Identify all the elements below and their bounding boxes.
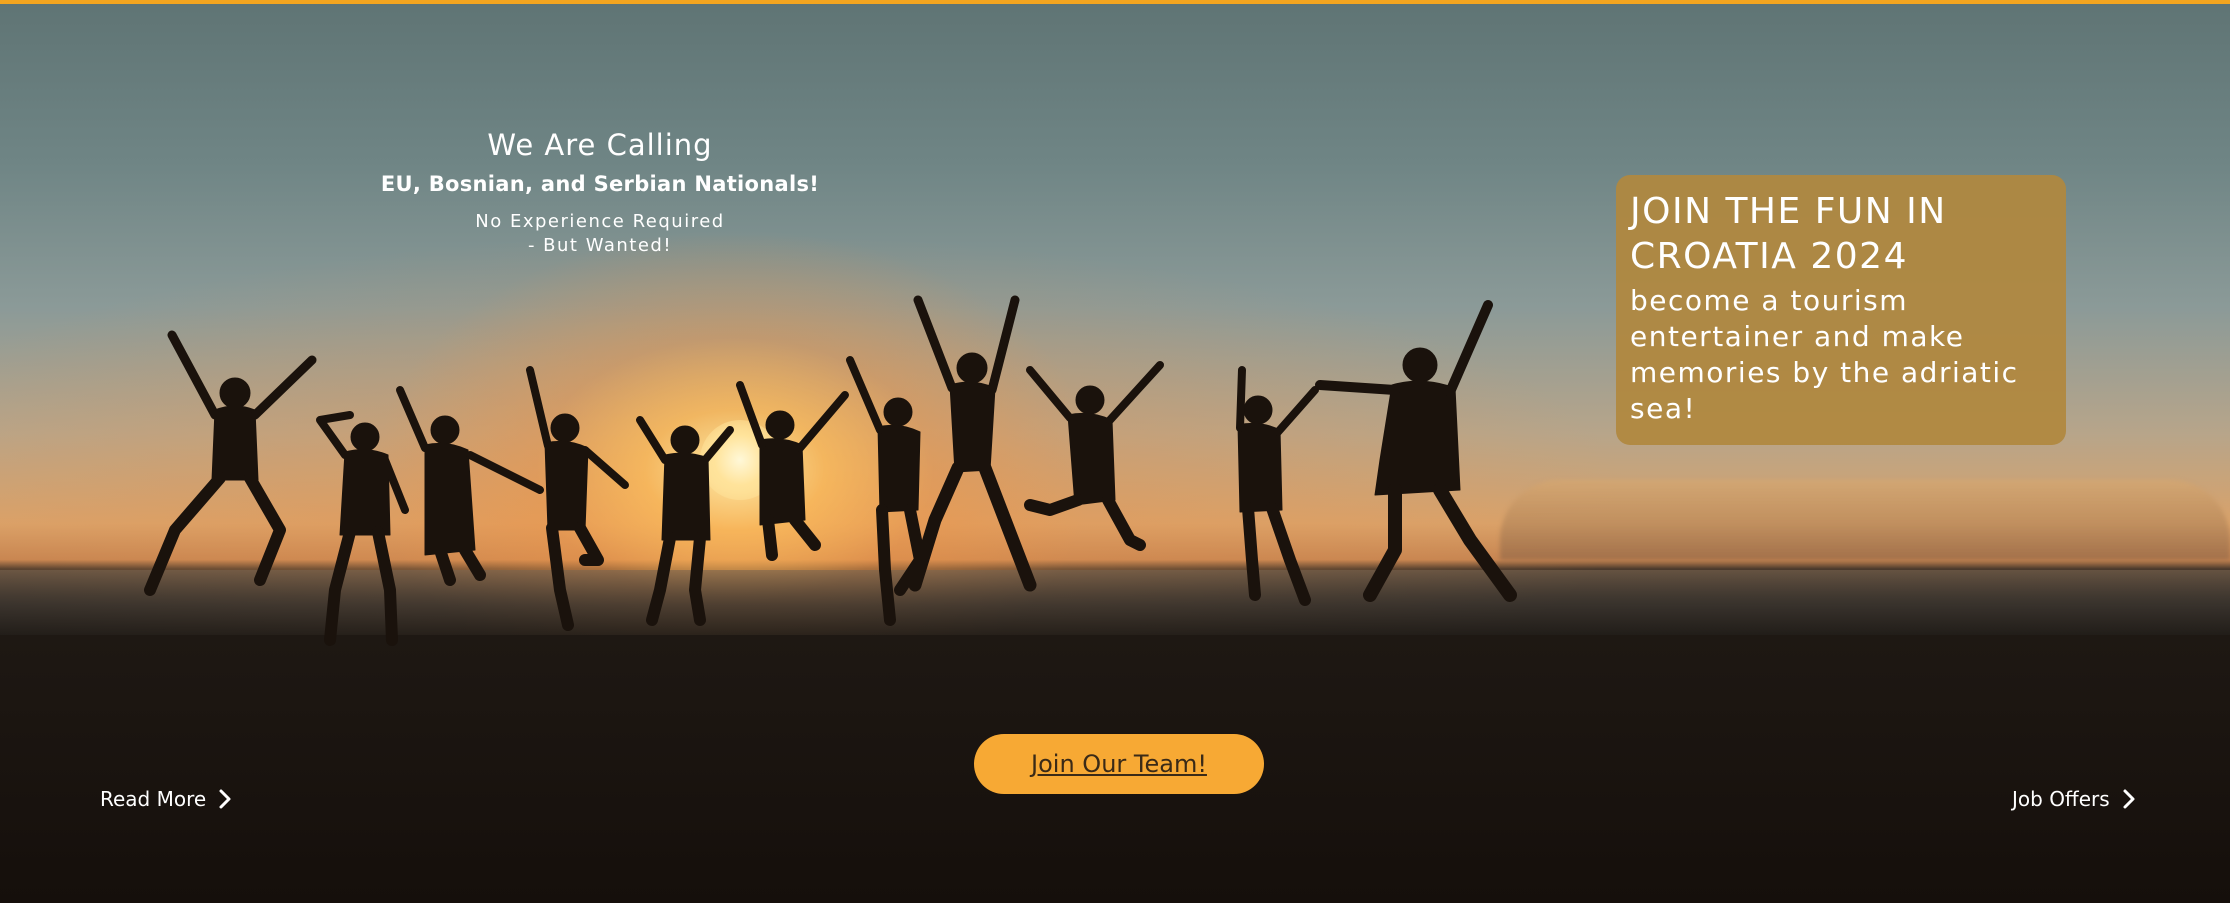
join-our-team-button[interactable]: Join Our Team! (974, 734, 1264, 794)
silhouette-person (1024, 361, 1164, 551)
silhouette-person (316, 411, 409, 646)
calling-note-line-1: No Experience Required (475, 211, 725, 232)
hero-banner: We Are Calling EU, Bosnian, and Serbian … (0, 0, 2230, 903)
silhouette-person (526, 366, 629, 631)
silhouette-person (908, 295, 1037, 592)
silhouette-person (736, 381, 849, 561)
job-offers-link[interactable]: Job Offers (2012, 787, 2138, 811)
chevron-right-icon (2123, 789, 2135, 809)
promo-card: JOIN THE FUN IN CROATIA 2024 become a to… (1616, 175, 2066, 445)
calling-subtitle: EU, Bosnian, and Serbian Nationals! (380, 172, 820, 196)
silhouette-person (396, 386, 544, 586)
calling-block: We Are Calling EU, Bosnian, and Serbian … (360, 128, 840, 258)
silhouette-person (1315, 300, 1517, 602)
chevron-right-icon (219, 789, 231, 809)
calling-title: We Are Calling (487, 128, 713, 162)
read-more-link[interactable]: Read More (100, 787, 234, 811)
promo-text: become a tourism entertainer and make me… (1630, 284, 2019, 425)
silhouette-person (144, 330, 317, 596)
join-our-team-label: Join Our Team! (1031, 750, 1207, 778)
silhouette-person (636, 416, 734, 626)
calling-note: No Experience Required - But Wanted! (360, 210, 840, 258)
job-offers-label: Job Offers (2012, 787, 2110, 811)
silhouette-person (1236, 366, 1319, 606)
read-more-label: Read More (100, 787, 207, 811)
calling-note-line-2: - But Wanted! (527, 235, 673, 256)
promo-title: JOIN THE FUN IN CROATIA 2024 (1630, 191, 1947, 277)
